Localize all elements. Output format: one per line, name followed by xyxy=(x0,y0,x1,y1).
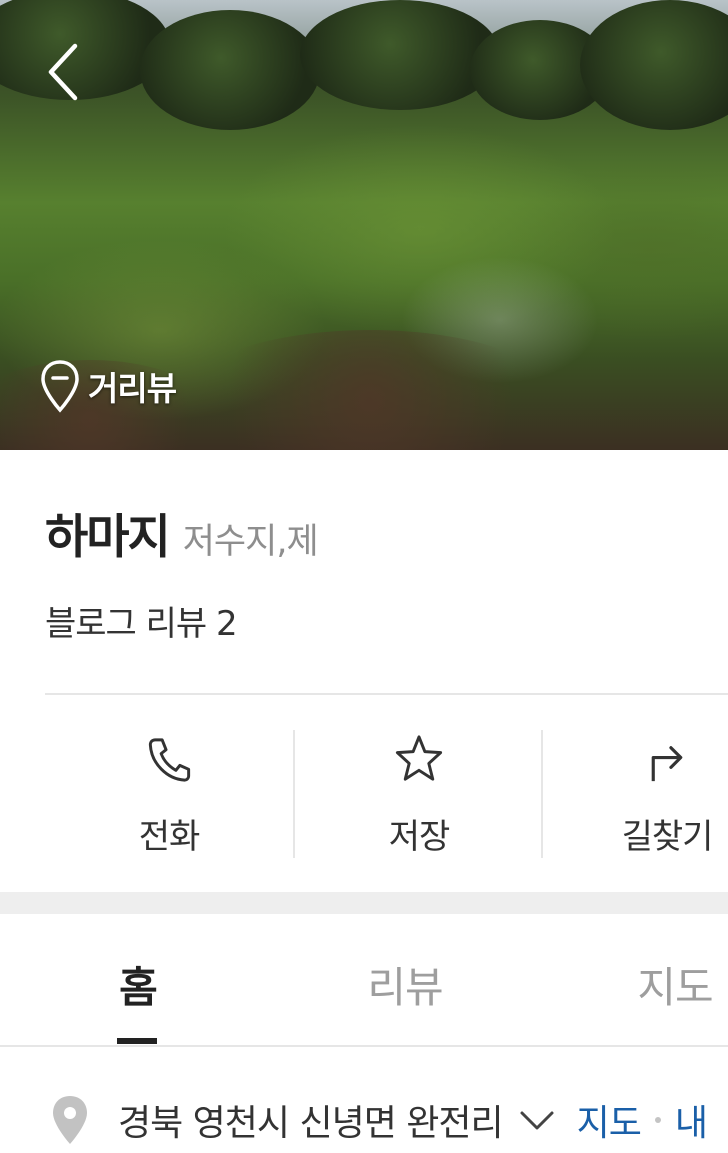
tab-map[interactable]: 지도 xyxy=(610,914,728,1046)
call-button[interactable]: 전화 xyxy=(45,730,293,858)
save-button[interactable]: 저장 xyxy=(295,730,543,858)
divider xyxy=(45,693,728,695)
phone-icon xyxy=(148,738,191,782)
place-name: 하마지 xyxy=(45,510,171,565)
action-bar: 전화 저장 길찾기 xyxy=(45,730,728,858)
directions-icon xyxy=(651,746,683,782)
tab-home-label: 홈 xyxy=(119,963,158,1012)
call-label: 전화 xyxy=(138,817,201,857)
link-separator-dot xyxy=(654,1117,661,1123)
photo-tree xyxy=(300,0,500,110)
address-map-link[interactable]: 지도 xyxy=(577,1094,642,1146)
tab-review[interactable]: 리뷰 xyxy=(340,914,470,1046)
directions-label: 길찾기 xyxy=(621,817,714,857)
place-title-row: 하마지 저수지,제 xyxy=(45,498,319,567)
address-row: 경북 영천시 신녕면 완전리 지도 내 xyxy=(50,1090,708,1150)
active-tab-indicator xyxy=(117,1038,157,1044)
place-photo[interactable]: 거리뷰 xyxy=(0,0,728,450)
chevron-left-icon xyxy=(48,43,78,101)
address-text: 경북 영천시 신녕면 완전리 xyxy=(118,1103,504,1144)
section-separator xyxy=(0,892,728,914)
location-pin-icon xyxy=(53,1096,87,1144)
save-label: 저장 xyxy=(388,817,451,857)
divider xyxy=(0,1045,728,1047)
streetview-label: 거리뷰 xyxy=(88,369,177,408)
tab-map-label: 지도 xyxy=(637,963,713,1012)
address-more-link[interactable]: 내 xyxy=(675,1094,708,1146)
photo-ground xyxy=(180,330,560,450)
streetview-button[interactable]: 거리뷰 xyxy=(40,358,177,414)
tab-home[interactable]: 홈 xyxy=(90,914,186,1046)
tab-bar: 홈 리뷰 지도 xyxy=(0,914,728,1046)
blog-review-link[interactable]: 블로그 리뷰 2 xyxy=(45,596,238,645)
place-detail-page: 거리뷰 하마지 저수지,제 블로그 리뷰 2 전화 저장 길찾기 홈 리뷰 지도… xyxy=(0,0,728,1153)
tab-review-label: 리뷰 xyxy=(367,963,443,1012)
chevron-down-icon[interactable] xyxy=(517,1105,557,1135)
streetview-pin-icon xyxy=(41,360,79,413)
directions-button[interactable]: 길찾기 xyxy=(543,730,728,858)
place-category: 저수지,제 xyxy=(182,522,319,562)
photo-tree xyxy=(140,10,320,130)
star-icon xyxy=(395,735,443,781)
back-button[interactable] xyxy=(38,40,88,104)
